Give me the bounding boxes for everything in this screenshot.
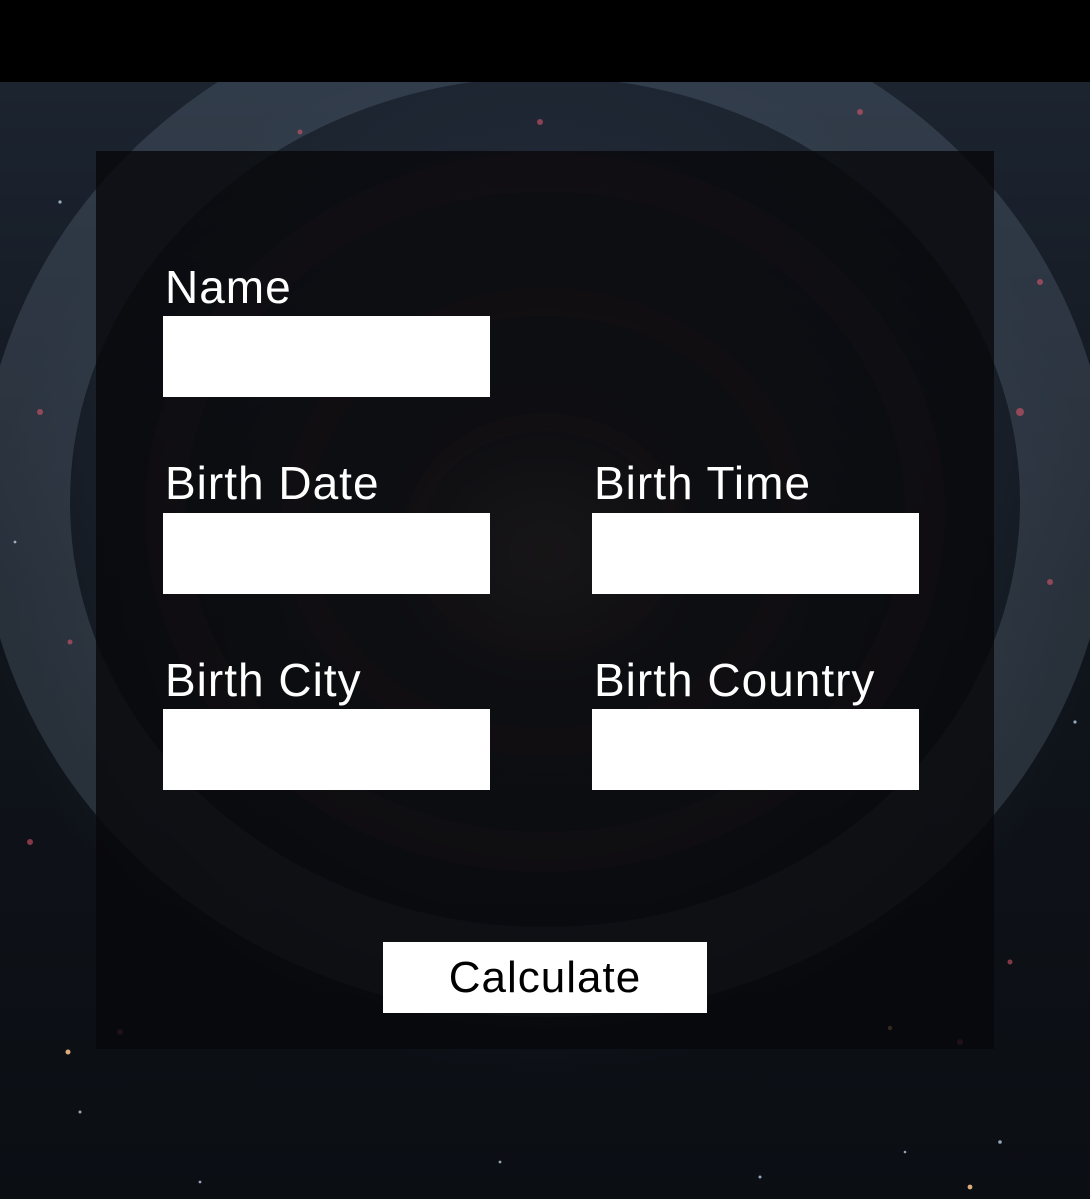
birth-country-label: Birth Country	[594, 654, 876, 706]
birth-date-input[interactable]	[163, 513, 490, 594]
birth-time-label: Birth Time	[594, 457, 812, 509]
birth-city-label: Birth City	[165, 654, 362, 706]
name-input[interactable]	[163, 316, 490, 397]
birth-time-input[interactable]	[592, 513, 919, 594]
page: Name Birth Date Birth Time Birth City Bi…	[0, 0, 1090, 1199]
name-label: Name	[165, 261, 292, 313]
birth-country-input[interactable]	[592, 709, 919, 790]
birth-city-input[interactable]	[163, 709, 490, 790]
top-bar	[0, 0, 1090, 82]
calculate-button[interactable]: Calculate	[383, 942, 707, 1013]
birth-date-label: Birth Date	[165, 457, 380, 509]
